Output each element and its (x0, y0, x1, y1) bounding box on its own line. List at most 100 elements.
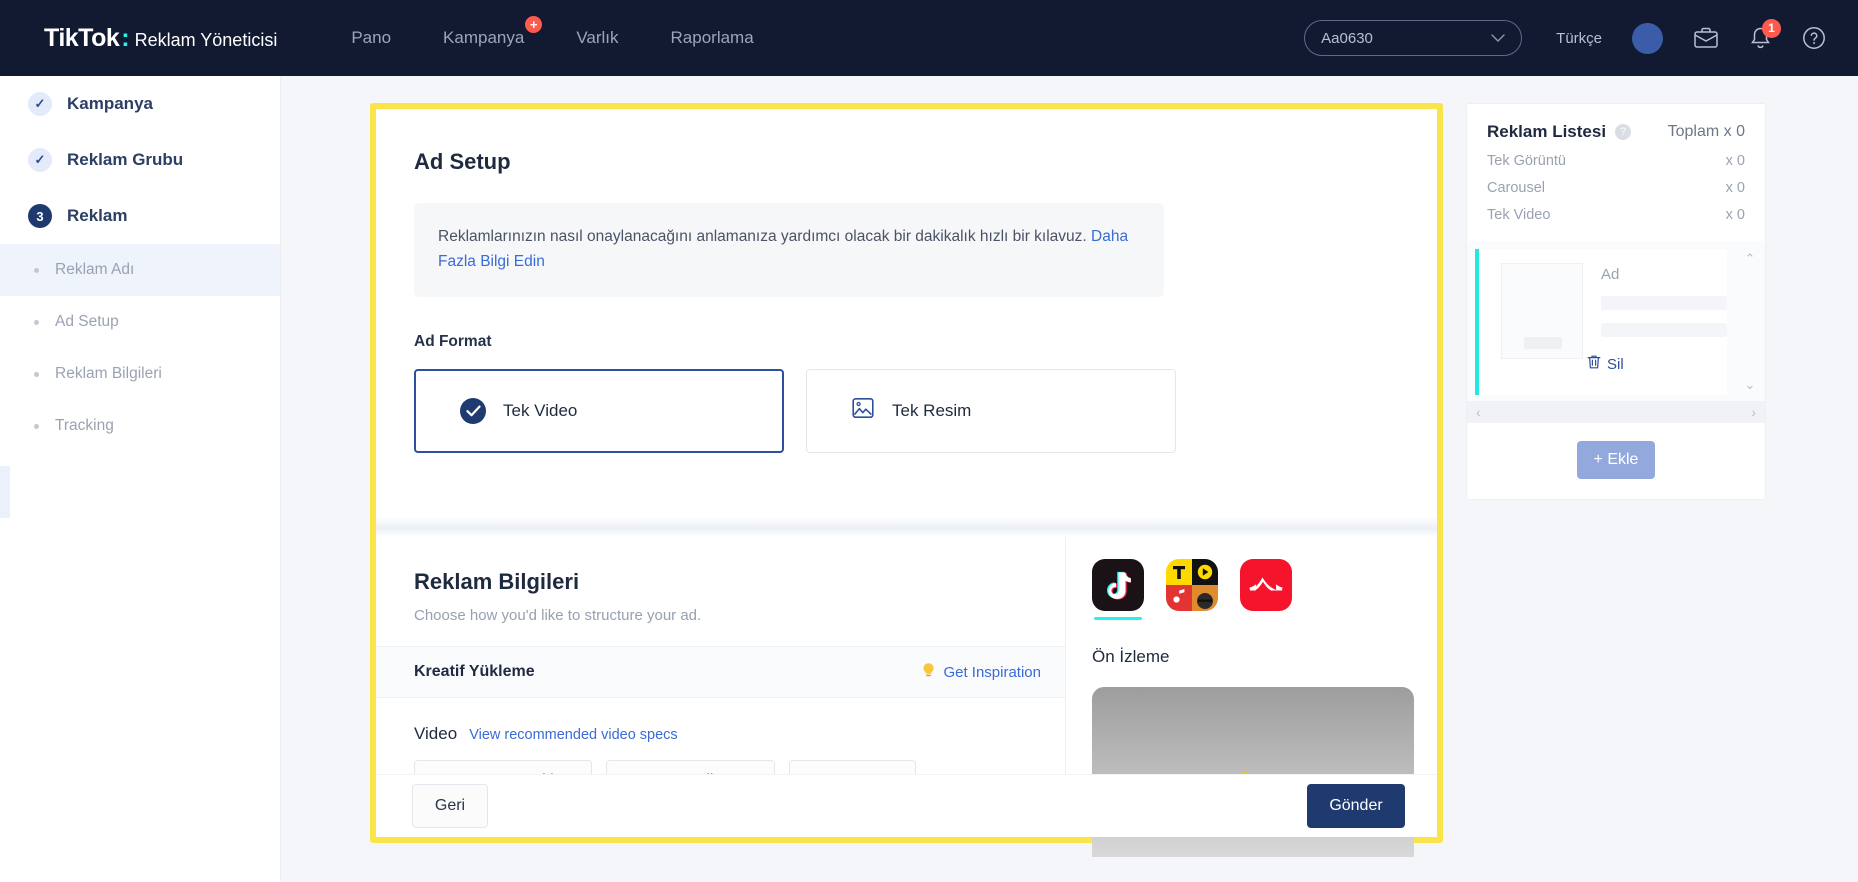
delete-ad-label: Sil (1607, 355, 1624, 373)
add-campaign-badge-icon[interactable]: + (525, 16, 543, 33)
brand-name: TikTok (44, 23, 120, 52)
bullet-icon (34, 267, 39, 273)
nav-item-raporlama[interactable]: Raporlama (645, 0, 780, 76)
pangle-app-icon[interactable] (1240, 559, 1292, 611)
ad-details-section: Reklam Bilgileri Choose how you'd like t… (376, 537, 1437, 857)
sidebar-item-reklam-adi[interactable]: Reklam Adı (0, 244, 280, 296)
tiktok-app-icon[interactable] (1092, 559, 1144, 620)
help-icon[interactable] (1802, 26, 1826, 50)
bullet-icon (34, 371, 39, 377)
sidebar-item-label: Reklam Adı (55, 261, 135, 278)
creative-upload-strip: Kreatif Yükleme Get Inspiration (376, 646, 1065, 698)
nav-label: Raporlama (670, 28, 754, 47)
topbuzz-app-icon[interactable] (1166, 559, 1218, 611)
ad-card-placeholder-line (1601, 323, 1727, 337)
ad-card-meta: Ad (1601, 263, 1727, 395)
vertical-scrollbar[interactable]: ⌃ ⌄ (1743, 251, 1757, 393)
sidebar-step-kampanya[interactable]: ✓ Kampanya (0, 76, 280, 132)
sidebar-item-label: Ad Setup (55, 313, 119, 330)
scroll-left-icon[interactable]: ‹ (1476, 404, 1481, 420)
ad-form-highlight-frame: Ad Setup Reklamlarınızın nasıl onaylanac… (370, 103, 1443, 857)
sidebar-step-reklam-grubu[interactable]: ✓ Reklam Grubu (0, 132, 280, 188)
avatar[interactable] (1632, 22, 1663, 54)
section-divider (376, 518, 1437, 537)
add-ad-button[interactable]: + Ekle (1577, 441, 1655, 479)
ad-list-row-label: Tek Görüntü (1487, 153, 1566, 169)
briefcase-icon[interactable] (1693, 26, 1719, 50)
preview-placement-tabs (1092, 559, 1437, 620)
main-nav: Pano Kampanya + Varlık Raporlama (325, 0, 779, 76)
ad-list-header: Reklam Listesi ? Toplam x 0 (1487, 122, 1745, 142)
sidebar-step-label: Reklam Grubu (67, 150, 184, 169)
ad-list-title: Reklam Listesi (1487, 122, 1607, 141)
bullet-icon (34, 423, 39, 429)
submit-button[interactable]: Gönder (1307, 784, 1405, 828)
main-content: Ad Setup Reklamlarınızın nasıl onaylanac… (281, 76, 1858, 882)
brand-colon: : (121, 23, 130, 52)
nav-item-pano[interactable]: Pano (325, 0, 417, 76)
nav-label: Kampanya (443, 28, 525, 47)
video-field-row: Video View recommended video specs (376, 698, 1065, 744)
delete-ad-button[interactable]: Sil (1587, 354, 1624, 374)
ad-thumbnail (1501, 263, 1583, 359)
sidebar-step-reklam[interactable]: 3 Reklam (0, 188, 280, 244)
ad-card-placeholder-line (1601, 296, 1727, 310)
format-option-label: Tek Video (503, 400, 578, 420)
ad-list-items: Ad Sil ⌃ ⌄ (1467, 241, 1765, 395)
approval-notice: Reklamlarınızın nasıl onaylanacağını anl… (414, 203, 1164, 297)
lightbulb-icon (921, 662, 936, 683)
ad-preview-panel: Ön İzleme Following For You (1066, 537, 1437, 857)
ad-list-row-label: Tek Video (1487, 207, 1551, 223)
bullet-icon (34, 319, 39, 325)
get-inspiration-button[interactable]: Get Inspiration (921, 662, 1041, 683)
format-option-label: Tek Resim (892, 400, 972, 420)
sidebar-step-label: Kampanya (67, 94, 153, 113)
image-icon (851, 396, 875, 425)
scroll-up-icon[interactable]: ⌃ (1745, 251, 1756, 267)
nav-item-kampanya[interactable]: Kampanya + (417, 0, 550, 76)
ad-card-name: Ad (1601, 266, 1620, 283)
brand-logo[interactable]: TikTok : Reklam Yöneticisi (44, 24, 277, 53)
page-title: Ad Setup (414, 149, 511, 174)
radio-selected-icon (460, 397, 486, 424)
ad-list-panel: Reklam Listesi ? Toplam x 0 Tek Görüntü … (1466, 103, 1766, 500)
sidebar-item-tracking[interactable]: Tracking (0, 400, 280, 452)
language-switcher[interactable]: Türkçe (1556, 30, 1602, 47)
ad-details-left: Reklam Bilgileri Choose how you'd like t… (376, 537, 1066, 802)
ad-list-total: Toplam x 0 (1667, 123, 1745, 140)
back-button[interactable]: Geri (412, 784, 488, 828)
account-select[interactable]: Aa0630 (1304, 20, 1523, 56)
notifications-bell-icon[interactable]: 1 (1749, 19, 1781, 50)
nav-label: Varlık (576, 28, 619, 47)
sidebar-item-reklam-bilgileri[interactable]: Reklam Bilgileri (0, 348, 280, 400)
video-specs-link[interactable]: View recommended video specs (469, 727, 677, 743)
video-label: Video (414, 724, 458, 743)
ad-format-options: Tek Video Tek Resim (414, 368, 1399, 453)
format-option-tek-resim[interactable]: Tek Resim (806, 368, 1176, 453)
ad-details-subtitle: Choose how you'd like to structure your … (414, 607, 702, 624)
creative-upload-title: Kreatif Yükleme (414, 663, 535, 680)
sidebar-item-ad-setup[interactable]: Ad Setup (0, 296, 280, 348)
brand-subtitle: Reklam Yöneticisi (134, 29, 278, 50)
help-circle-icon[interactable]: ? (1615, 124, 1632, 140)
ad-list-row: Tek Video x 0 (1487, 207, 1745, 223)
scroll-right-icon[interactable]: › (1751, 404, 1756, 420)
thumbnail-placeholder-bar (1524, 337, 1562, 349)
nav-item-varlik[interactable]: Varlık (550, 0, 644, 76)
nav-label: Pano (351, 28, 392, 47)
form-footer: Geri Gönder (376, 774, 1437, 837)
sidebar-collapse-tab[interactable] (0, 466, 10, 518)
preview-label: Ön İzleme (1092, 647, 1170, 666)
account-select-value: Aa0630 (1321, 29, 1373, 47)
scroll-down-icon[interactable]: ⌄ (1745, 377, 1756, 393)
notification-count-badge: 1 (1762, 19, 1781, 38)
ad-list-row: Tek Görüntü x 0 (1487, 153, 1745, 169)
ad-setup-section: Ad Setup Reklamlarınızın nasıl onaylanac… (376, 109, 1437, 453)
get-inspiration-label: Get Inspiration (943, 663, 1041, 681)
horizontal-scrollbar[interactable]: ‹ › (1467, 401, 1765, 423)
step-number-badge: 3 (28, 204, 52, 228)
format-option-tek-video[interactable]: Tek Video (414, 368, 784, 453)
ad-list-row-value: x 0 (1725, 180, 1745, 196)
app-header: TikTok : Reklam Yöneticisi Pano Kampanya… (0, 0, 1858, 76)
ad-details-title: Reklam Bilgileri (414, 569, 580, 594)
